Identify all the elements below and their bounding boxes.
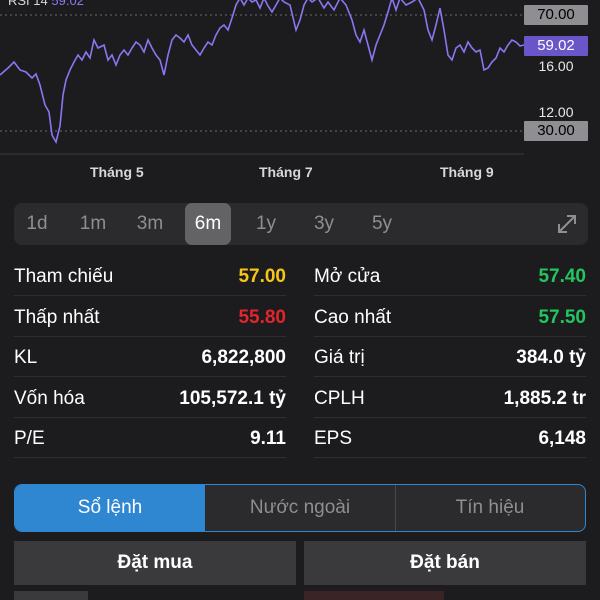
rsi-chart[interactable]: RSI 14 59.02 70.00 59.02 16.00 12.00 30.… xyxy=(0,0,600,160)
expand-icon[interactable] xyxy=(554,211,580,237)
stat-row-open: Mở cửa 57.40 xyxy=(314,259,586,296)
stat-row-low: Thấp nhất 55.80 xyxy=(14,300,286,337)
rsi-current-label: 59.02 xyxy=(524,36,588,56)
range-tab-3m[interactable]: 3m xyxy=(127,203,173,245)
stat-row-market-cap: Vốn hóa 105,572.1 tỷ xyxy=(14,381,286,418)
rsi-30-label: 30.00 xyxy=(524,121,588,141)
stat-row-eps: EPS 6,148 xyxy=(314,421,586,458)
stat-value: 105,572.1 tỷ xyxy=(179,388,286,409)
partial-row-block xyxy=(304,591,444,600)
stat-row-volume: KL 6,822,800 xyxy=(14,340,286,377)
stat-label: KL xyxy=(14,347,38,368)
range-tab-6m[interactable]: 6m xyxy=(185,203,231,245)
rsi-line xyxy=(0,0,525,145)
month-label: Tháng 9 xyxy=(440,164,494,180)
range-tab-1d[interactable]: 1d xyxy=(14,203,60,245)
stat-label: Vốn hóa xyxy=(14,388,85,409)
range-tab-1m[interactable]: 1m xyxy=(70,203,116,245)
stat-row-reference: Tham chiếu 57.00 xyxy=(14,259,286,296)
rsi-title: RSI 14 59.02 xyxy=(8,0,84,8)
stat-label: Giá trị xyxy=(314,347,365,368)
month-label: Tháng 5 xyxy=(90,164,144,180)
tab-foreign[interactable]: Nước ngoài xyxy=(205,485,395,531)
stat-label: Tham chiếu xyxy=(14,266,114,287)
price-16-label: 16.00 xyxy=(538,58,574,74)
stat-label: CPLH xyxy=(314,388,365,409)
stat-row-pe: P/E 9.11 xyxy=(14,421,286,458)
stat-value: 57.40 xyxy=(538,266,586,287)
stat-label: Cao nhất xyxy=(314,307,392,328)
range-tab-5y[interactable]: 5y xyxy=(359,203,405,245)
range-tab-3y[interactable]: 3y xyxy=(301,203,347,245)
stat-value: 6,148 xyxy=(538,428,586,449)
rsi-title-value: 59.02 xyxy=(51,0,84,8)
stat-value: 57.50 xyxy=(538,307,586,328)
stat-label: EPS xyxy=(314,428,353,449)
stat-label: Thấp nhất xyxy=(14,307,100,328)
sell-button[interactable]: Đặt bán xyxy=(304,541,586,585)
rsi-70-label: 70.00 xyxy=(524,5,588,25)
stat-label: Mở cửa xyxy=(314,266,381,287)
stat-label: P/E xyxy=(14,428,45,449)
rsi-chart-svg xyxy=(0,0,525,155)
main-tabs: Sổ lệnh Nước ngoài Tín hiệu xyxy=(14,484,586,532)
stat-value: 1,885.2 tr xyxy=(503,388,586,409)
buy-button[interactable]: Đặt mua xyxy=(14,541,296,585)
stat-value: 9.11 xyxy=(250,428,286,449)
tab-order-book[interactable]: Sổ lệnh xyxy=(15,485,205,531)
rsi-title-prefix: RSI 14 xyxy=(8,0,48,8)
stat-value: 384.0 tỷ xyxy=(516,347,586,368)
stat-value: 57.00 xyxy=(238,266,286,287)
price-12-label: 12.00 xyxy=(538,104,574,120)
stat-row-high: Cao nhất 57.50 xyxy=(314,300,586,337)
month-label: Tháng 7 xyxy=(259,164,313,180)
stat-value: 55.80 xyxy=(238,307,286,328)
range-tab-1y[interactable]: 1y xyxy=(243,203,289,245)
range-selector: 1d 1m 3m 6m 1y 3y 5y xyxy=(14,203,588,245)
stat-value: 6,822,800 xyxy=(201,347,286,368)
stat-row-shares: CPLH 1,885.2 tr xyxy=(314,381,586,418)
tab-signals[interactable]: Tín hiệu xyxy=(395,485,585,531)
partial-row-block xyxy=(14,591,88,600)
stat-row-value: Giá trị 384.0 tỷ xyxy=(314,340,586,377)
